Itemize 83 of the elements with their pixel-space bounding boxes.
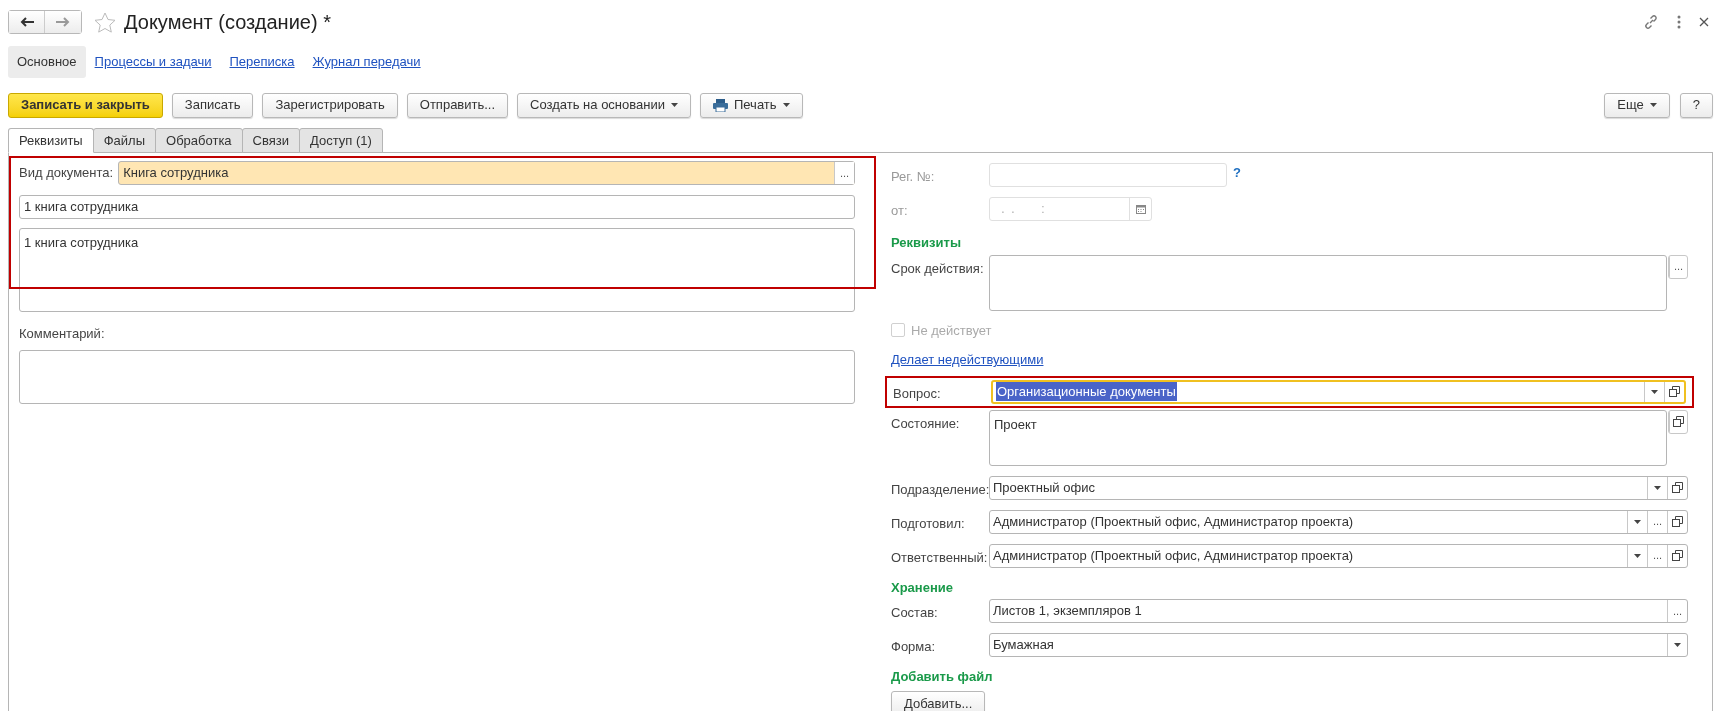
select-field[interactable]: Администратор (Проектный офис, Администратор проекта) ... bbox=[989, 543, 1688, 568]
field-label: Форма: bbox=[891, 638, 937, 656]
toolbar-button[interactable]: ? bbox=[1679, 92, 1713, 118]
open-window-icon bbox=[1672, 516, 1683, 527]
caret-icon bbox=[1634, 519, 1641, 524]
field-label: Ответственный: bbox=[891, 548, 989, 567]
window-title: Документ (создание) * bbox=[124, 10, 331, 35]
nav-tab[interactable]: Основное bbox=[8, 46, 86, 78]
open-window-icon bbox=[1669, 386, 1680, 397]
tab[interactable]: Реквизиты bbox=[8, 128, 94, 153]
choose-button[interactable]: ... bbox=[1667, 600, 1687, 622]
tab[interactable]: Связи bbox=[241, 128, 301, 153]
more-icon[interactable] bbox=[1677, 15, 1681, 29]
choose-button[interactable]: ... bbox=[1669, 255, 1687, 278]
field-value: Администратор (Проектный офис, Администратор проекта) bbox=[993, 546, 1354, 565]
field-label: Срок действия: bbox=[891, 259, 985, 278]
section-heading: Хранение bbox=[891, 578, 954, 597]
nav-tab[interactable]: Переписка bbox=[220, 46, 304, 78]
toolbar-button[interactable]: Печать bbox=[699, 92, 803, 118]
caret-icon bbox=[1654, 485, 1661, 490]
caret-icon bbox=[1674, 643, 1681, 647]
field-value: Организационные документы bbox=[996, 381, 1177, 402]
title-field[interactable]: 1 книга сотрудника bbox=[19, 195, 855, 219]
date-mask: . . : bbox=[1000, 201, 1046, 218]
back-arrow-icon bbox=[19, 17, 34, 27]
open-button[interactable] bbox=[1669, 410, 1687, 433]
printer-icon bbox=[712, 98, 728, 112]
toolbar-button[interactable]: Создать на основании bbox=[517, 92, 691, 118]
caret-icon bbox=[1649, 103, 1657, 107]
content-field[interactable]: 1 книга сотрудника bbox=[19, 228, 855, 312]
tab[interactable]: Доступ (1) bbox=[299, 128, 383, 153]
field-value: Бумажная bbox=[993, 636, 1054, 655]
toolbar-button[interactable]: Еще bbox=[1604, 92, 1670, 118]
select-field[interactable]: Проектный офис bbox=[989, 475, 1688, 500]
field-value: Администратор (Проектный офис, Администратор проекта) bbox=[993, 512, 1354, 531]
toolbar-button[interactable]: Записать bbox=[171, 92, 254, 118]
open-window-icon bbox=[1673, 416, 1684, 427]
forward-arrow-icon bbox=[56, 17, 70, 27]
section-heading: Реквизиты bbox=[891, 234, 962, 252]
caret-icon bbox=[1634, 553, 1641, 558]
select-field[interactable]: Организационные документы bbox=[991, 379, 1686, 404]
select-field[interactable]: Листов 1, экземпляров 1 ... bbox=[989, 599, 1688, 623]
star-icon[interactable] bbox=[94, 11, 116, 33]
field-label: Состояние: bbox=[891, 414, 961, 433]
nav-tab[interactable]: Журнал передачи bbox=[303, 46, 430, 78]
field-label: Рег. №: bbox=[891, 168, 936, 186]
close-icon[interactable] bbox=[1699, 17, 1709, 27]
field-label: Подразделение: bbox=[891, 480, 989, 499]
open-window-icon bbox=[1672, 482, 1683, 493]
tab[interactable]: Обработка bbox=[155, 128, 243, 153]
toolbar-button[interactable]: Зарегистрировать bbox=[262, 92, 398, 118]
back-button[interactable] bbox=[9, 11, 45, 33]
open-window-icon bbox=[1672, 550, 1683, 561]
field-value: Листов 1, экземпляров 1 bbox=[993, 602, 1142, 621]
add-file-button[interactable]: Добавить... bbox=[891, 690, 986, 711]
link[interactable]: Делает недействующими bbox=[891, 350, 1044, 370]
field-value: Проектный офис bbox=[993, 478, 1095, 497]
choose-button[interactable]: ... bbox=[834, 162, 854, 184]
caret-icon bbox=[1651, 389, 1658, 394]
nav-tab[interactable]: Процессы и задачи bbox=[85, 46, 221, 78]
link-icon[interactable] bbox=[1643, 14, 1659, 30]
caret-icon bbox=[670, 103, 678, 107]
checkbox-label: Не действует bbox=[911, 321, 992, 340]
field-label: Комментарий: bbox=[19, 325, 105, 343]
section-heading: Добавить файл bbox=[891, 668, 994, 686]
text-area[interactable]: Проект bbox=[989, 409, 1667, 466]
doc-type-field[interactable]: Книга сотрудника ... bbox=[118, 161, 855, 185]
tab[interactable]: Файлы bbox=[92, 128, 157, 153]
choose-button[interactable]: ... bbox=[1647, 510, 1667, 533]
calendar-icon bbox=[1135, 204, 1146, 214]
field-label: от: bbox=[891, 202, 909, 220]
save-close-button[interactable]: Записать и закрыть bbox=[8, 92, 163, 118]
choose-button[interactable]: ... bbox=[1647, 544, 1667, 567]
caret-icon bbox=[782, 103, 790, 107]
field-value: Книга сотрудника bbox=[122, 164, 230, 183]
comment-field[interactable] bbox=[19, 349, 855, 404]
select-field[interactable]: Администратор (Проектный офис, Администратор проекта) ... bbox=[989, 509, 1688, 534]
field-label: Подготовил: bbox=[891, 514, 966, 533]
field-label: Состав: bbox=[891, 604, 939, 622]
field-label: Вопрос: bbox=[893, 384, 942, 403]
toolbar-button[interactable]: Отправить... bbox=[406, 92, 509, 118]
field-label: Вид документа: bbox=[19, 164, 114, 183]
select-field[interactable]: Бумажная bbox=[989, 633, 1688, 657]
